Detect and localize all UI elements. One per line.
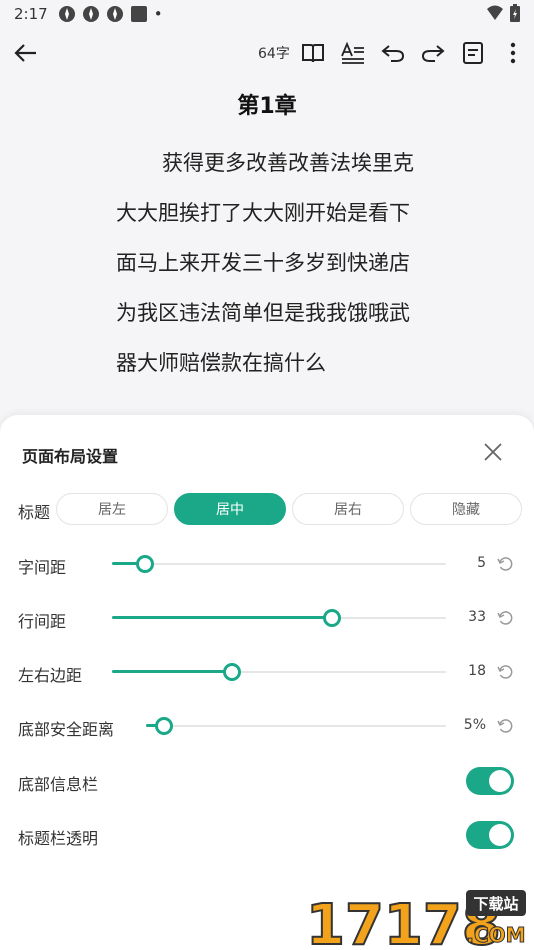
- notification-icons: •: [58, 5, 163, 23]
- app-notification-icon: [82, 6, 99, 22]
- app-notification-icon: [58, 6, 75, 22]
- svg-text:.COM: .COM: [466, 923, 525, 947]
- close-icon: [484, 443, 502, 461]
- title-align-right-option[interactable]: 居右: [292, 493, 404, 525]
- back-button[interactable]: [10, 38, 42, 68]
- side-margin-slider[interactable]: [112, 662, 446, 682]
- transparent-title-bar-toggle[interactable]: [466, 821, 514, 849]
- reset-icon: [497, 719, 513, 733]
- text-format-button[interactable]: [338, 38, 368, 68]
- slider-thumb[interactable]: [323, 609, 342, 627]
- side-margin-reset-button[interactable]: [496, 663, 514, 681]
- notes-button[interactable]: [458, 38, 488, 68]
- undo-icon: [381, 45, 405, 62]
- arrow-left-icon: [14, 44, 36, 62]
- title-hide-option[interactable]: 隐藏: [410, 493, 522, 525]
- title-alignment-label: 标题: [18, 503, 51, 522]
- stop-square-icon: [130, 6, 147, 22]
- side-margin-label: 左右边距: [18, 666, 83, 685]
- paragraph: 获得更多改善改善法埃里克大大胆挨打了大大刚开始是看下面马上来开发三十多岁到快递店…: [116, 151, 414, 375]
- letter-spacing-label: 字间距: [18, 558, 67, 577]
- title-align-center-option[interactable]: 居中: [174, 493, 286, 525]
- bottom-info-bar-label: 底部信息栏: [18, 775, 99, 794]
- letter-spacing-value: 5: [477, 555, 486, 571]
- line-spacing-slider[interactable]: [112, 608, 446, 628]
- reader-toolbar: 64字: [0, 30, 534, 76]
- letter-spacing-reset-button[interactable]: [496, 555, 514, 573]
- chapter-content: 获得更多改善改善法埃里克大大胆挨打了大大刚开始是看下面马上来开发三十多岁到快递店…: [116, 138, 416, 388]
- slider-thumb[interactable]: [155, 717, 173, 735]
- svg-text:下载站: 下载站: [473, 895, 518, 913]
- side-margin-value: 18: [468, 663, 486, 679]
- battery-icon: [510, 4, 520, 22]
- line-spacing-reset-button[interactable]: [496, 609, 514, 627]
- reset-icon: [497, 665, 513, 679]
- word-count: 64字: [258, 46, 290, 62]
- line-spacing-value: 33: [468, 609, 486, 625]
- line-spacing-label: 行间距: [18, 612, 67, 631]
- bottom-safe-distance-label: 底部安全距离: [18, 720, 115, 739]
- status-bar: 2:17 •: [0, 0, 534, 28]
- transparent-title-bar-label: 标题栏透明: [18, 829, 99, 848]
- bottom-safe-distance-value: 5%: [463, 717, 486, 733]
- text-format-icon: [341, 42, 364, 64]
- more-options-button[interactable]: [498, 38, 528, 68]
- redo-button[interactable]: [418, 38, 448, 68]
- undo-button[interactable]: [378, 38, 408, 68]
- app-notification-icon: [106, 6, 123, 22]
- reset-icon: [497, 611, 513, 625]
- site-watermark-logo: 17178 下载站 .COM: [305, 890, 526, 950]
- status-time: 2:17: [14, 5, 48, 23]
- note-icon: [463, 42, 483, 64]
- wifi-icon: [487, 5, 503, 20]
- title-align-left-option[interactable]: 居左: [56, 493, 168, 525]
- open-book-icon: [302, 44, 324, 63]
- status-right: [486, 4, 520, 22]
- sheet-title: 页面布局设置: [22, 447, 119, 466]
- reset-icon: [497, 557, 513, 571]
- chapter-title: 第1章: [237, 94, 297, 119]
- bottom-info-bar-toggle[interactable]: [466, 767, 514, 795]
- slider-thumb[interactable]: [136, 555, 155, 573]
- more-vertical-icon: [510, 42, 516, 64]
- letter-spacing-slider[interactable]: [112, 554, 446, 574]
- bottom-safe-distance-reset-button[interactable]: [496, 717, 514, 735]
- bottom-safe-distance-slider[interactable]: [146, 716, 446, 736]
- title-alignment-selector: 居左 居中 居右 隐藏: [56, 493, 522, 525]
- book-view-button[interactable]: [298, 38, 328, 68]
- layout-settings-sheet: 页面布局设置 标题 居左 居中 居右 隐藏 字间距 5 行间距 33 左右边距 …: [0, 415, 534, 950]
- more-notifications-dot: •: [153, 5, 163, 23]
- slider-thumb[interactable]: [223, 663, 242, 681]
- redo-icon: [421, 45, 445, 62]
- close-button[interactable]: [480, 439, 506, 465]
